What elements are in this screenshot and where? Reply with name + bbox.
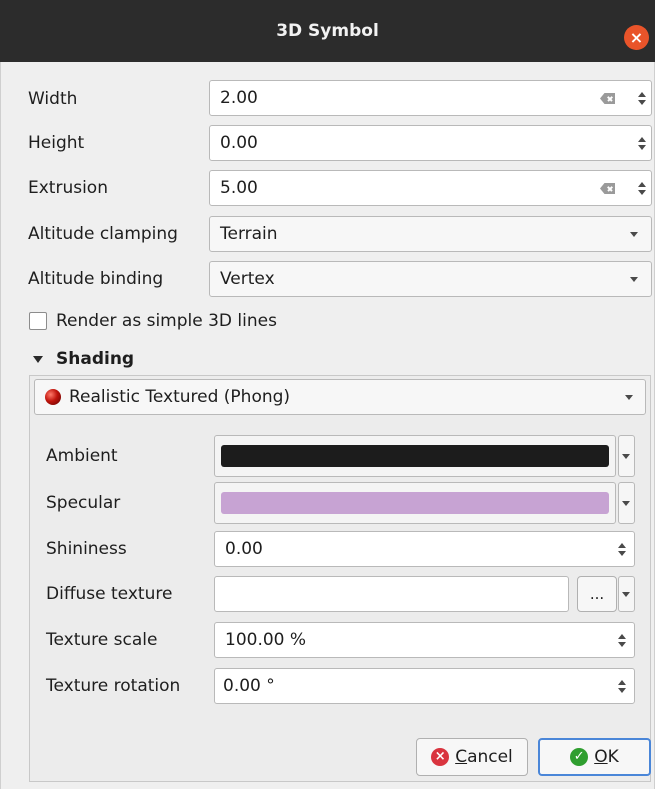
browse-menu-button[interactable]	[618, 576, 635, 612]
spin-up-icon[interactable]	[638, 181, 646, 187]
extrusion-input[interactable]: 5.00	[209, 170, 652, 206]
spin-up-icon[interactable]	[618, 542, 626, 548]
dialog-body: Width 2.00 Height 0.00 Extrusion 5.00 Al…	[0, 62, 655, 789]
shading-mode-select[interactable]: Realistic Textured (Phong)	[34, 379, 646, 415]
texture-scale-label: Texture scale	[46, 630, 158, 650]
shininess-input[interactable]: 0.00	[214, 531, 635, 567]
altitude-clamping-value: Terrain	[220, 224, 278, 244]
chevron-down-icon	[630, 232, 638, 237]
chevron-down-icon	[630, 277, 638, 282]
clear-icon[interactable]	[600, 93, 615, 104]
texture-scale-value: 100.00 %	[225, 630, 307, 650]
simple-lines-label[interactable]: Render as simple 3D lines	[56, 303, 277, 339]
altitude-clamping-select[interactable]: Terrain	[209, 216, 652, 252]
texture-rotation-label: Texture rotation	[46, 676, 181, 696]
width-value: 2.00	[220, 88, 258, 108]
shininess-spinner[interactable]	[615, 532, 629, 566]
spin-up-icon[interactable]	[618, 679, 626, 685]
altitude-binding-value: Vertex	[220, 269, 275, 289]
extrusion-label: Extrusion	[28, 178, 108, 198]
spin-down-icon[interactable]	[618, 550, 626, 556]
height-value: 0.00	[220, 133, 258, 153]
spin-down-icon[interactable]	[618, 641, 626, 647]
width-input[interactable]: 2.00	[209, 80, 652, 116]
simple-lines-checkbox[interactable]	[29, 312, 47, 330]
specular-color-swatch	[221, 492, 609, 514]
height-input[interactable]: 0.00	[209, 125, 652, 161]
spin-down-icon[interactable]	[638, 144, 646, 150]
close-icon[interactable]: ×	[624, 25, 649, 50]
chevron-down-icon	[625, 395, 633, 400]
browse-button[interactable]: ...	[577, 576, 617, 612]
altitude-clamping-label: Altitude clamping	[28, 224, 178, 244]
height-label: Height	[28, 133, 85, 153]
specular-color-button[interactable]	[214, 482, 616, 524]
altitude-binding-select[interactable]: Vertex	[209, 261, 652, 297]
checkmark-icon: ✓	[570, 748, 589, 766]
extrusion-value: 5.00	[220, 178, 258, 198]
shading-section-title[interactable]: Shading	[56, 341, 134, 377]
chevron-down-icon	[622, 501, 630, 506]
shading-group: Realistic Textured (Phong) Ambient Specu…	[29, 375, 651, 782]
texture-rotation-input[interactable]: 0.00 °	[214, 668, 635, 704]
ambient-label: Ambient	[46, 446, 118, 466]
texture-rotation-value: 0.00 °	[223, 676, 275, 696]
diffuse-texture-label: Diffuse texture	[46, 584, 173, 604]
shading-mode-value: Realistic Textured (Phong)	[69, 387, 291, 407]
width-spinner[interactable]	[635, 81, 649, 115]
ambient-color-button[interactable]	[214, 435, 616, 477]
chevron-down-icon	[622, 454, 630, 459]
cancel-icon: ×	[431, 748, 450, 766]
spin-down-icon[interactable]	[618, 687, 626, 693]
cancel-button-label: Cancel	[455, 747, 513, 767]
spin-down-icon[interactable]	[638, 189, 646, 195]
spin-up-icon[interactable]	[638, 91, 646, 97]
clear-icon[interactable]	[600, 183, 615, 194]
collapse-arrow-icon[interactable]	[33, 356, 43, 363]
specular-color-menu-button[interactable]	[618, 482, 635, 524]
altitude-binding-label: Altitude binding	[28, 269, 164, 289]
browse-button-label: ...	[589, 585, 605, 603]
height-spinner[interactable]	[635, 126, 649, 160]
specular-label: Specular	[46, 493, 121, 513]
ok-button-label: OK	[594, 747, 619, 767]
shininess-label: Shininess	[46, 539, 127, 559]
spin-up-icon[interactable]	[638, 136, 646, 142]
spin-down-icon[interactable]	[638, 99, 646, 105]
chevron-down-icon	[622, 592, 630, 597]
cancel-button[interactable]: × Cancel	[416, 738, 528, 776]
ambient-color-menu-button[interactable]	[618, 435, 635, 477]
ok-button[interactable]: ✓ OK	[538, 738, 651, 776]
window-title: 3D Symbol	[276, 21, 379, 41]
spin-up-icon[interactable]	[618, 633, 626, 639]
texture-scale-spinner[interactable]	[615, 623, 629, 657]
diffuse-texture-input[interactable]	[214, 576, 569, 612]
extrusion-spinner[interactable]	[635, 171, 649, 205]
phong-material-icon	[45, 389, 61, 405]
ambient-color-swatch	[221, 445, 609, 467]
texture-scale-input[interactable]: 100.00 %	[214, 622, 635, 658]
title-bar: 3D Symbol ×	[0, 0, 655, 62]
texture-rotation-spinner[interactable]	[615, 669, 629, 703]
width-label: Width	[28, 89, 78, 109]
shininess-value: 0.00	[225, 539, 263, 559]
